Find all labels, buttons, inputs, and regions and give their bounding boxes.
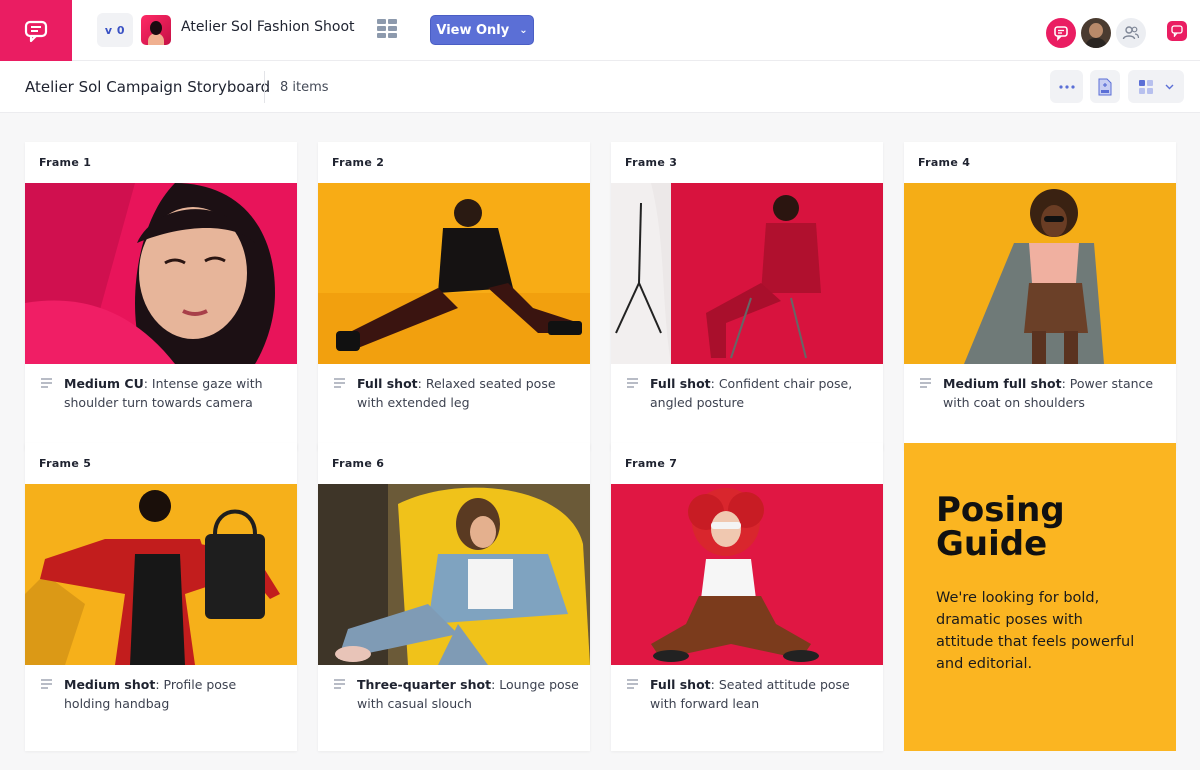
chevron-down-icon [1165,84,1173,89]
comments-avatar[interactable] [1046,18,1076,48]
frame-label: Frame 2 [332,156,385,169]
header-divider [264,71,265,103]
note-icon [920,378,931,388]
frame-image[interactable] [25,183,297,364]
users-icon [1122,26,1140,40]
project-thumbnail [141,15,171,45]
layout-switcher-button[interactable] [1128,70,1184,103]
frame-card[interactable]: Frame 3 Full shot: Confident chair pose,… [611,142,883,450]
shot-type: Full shot [357,376,418,391]
shot-type: Three-quarter shot [357,677,492,692]
frame-label: Frame 6 [332,457,385,470]
comment-icon [1054,26,1068,41]
frame-label: Frame 7 [625,457,678,470]
frame-label: Frame 1 [39,156,92,169]
shot-type: Medium full shot [943,376,1062,391]
export-pdf-button[interactable] [1090,70,1120,103]
chat-icon [1171,25,1183,37]
more-options-button[interactable] [1050,70,1083,103]
frame-image[interactable] [611,183,883,364]
frame-image[interactable] [611,484,883,665]
shot-type: Full shot [650,677,711,692]
frame-card[interactable]: Frame 7 Full shot: Seated attitude pose … [611,443,883,751]
board-title: Atelier Sol Campaign Storyboard [25,78,271,96]
frame-card[interactable]: Frame 1 Medium CU: Intense gaze with sho… [25,142,297,450]
layout-grid-icon [1138,79,1153,94]
frame-description: Full shot: Confident chair pose, angled … [650,374,872,412]
frame-image[interactable] [25,484,297,665]
frame-description: Medium full shot: Power stance with coat… [943,374,1165,412]
frame-image[interactable] [904,183,1176,364]
frame-description: Full shot: Relaxed seated pose with exte… [357,374,579,412]
frame-card[interactable]: Frame 6 Three-quarter shot: Lounge pose … [318,443,590,751]
frame-card[interactable]: Frame 4 Medium full shot: Power stance w… [904,142,1176,450]
frame-image[interactable] [318,183,590,364]
guide-title: Posing Guide [936,493,1144,561]
grid-view-icon[interactable] [377,19,399,39]
project-title[interactable]: Atelier Sol Fashion Shoot [181,19,355,35]
shot-type: Full shot [650,376,711,391]
note-icon [334,378,345,388]
more-dots-icon [1058,84,1075,89]
frame-label: Frame 3 [625,156,678,169]
note-icon [41,378,52,388]
view-only-label: View Only [436,22,510,38]
user-avatar[interactable] [1081,18,1111,48]
chat-button[interactable] [1167,21,1187,41]
frame-image[interactable] [318,484,590,665]
frame-description: Full shot: Seated attitude pose with for… [650,675,872,713]
note-icon [334,679,345,689]
note-icon [41,679,52,689]
guide-title-line2: Guide [936,524,1048,564]
frame-card[interactable]: Frame 2 Full shot: Relaxed seated pose w… [318,142,590,450]
share-users-button[interactable] [1116,18,1146,48]
shot-type: Medium CU [64,376,144,391]
note-icon [627,378,638,388]
guide-body: We're looking for bold, dramatic poses w… [936,590,1135,672]
view-only-dropdown[interactable]: View Only ⌄ [430,15,534,45]
version-badge[interactable]: v 0 [97,13,133,47]
board-header: Atelier Sol Campaign Storyboard 8 items [0,61,1200,113]
posing-guide-card[interactable]: Posing Guide We're looking for bold, dram… [904,443,1176,751]
frame-description: Three-quarter shot: Lounge pose with cas… [357,675,579,713]
note-icon [627,679,638,689]
app-logo[interactable] [0,0,72,61]
frame-card[interactable]: Frame 5 Medium shot: Profile pose holdin… [25,443,297,751]
top-bar: v 0 Atelier Sol Fashion Shoot View Only … [0,0,1200,61]
frame-label: Frame 4 [918,156,971,169]
pdf-file-icon [1098,78,1112,95]
shot-type: Medium shot [64,677,156,692]
items-count: 8 items [280,80,329,95]
chat-logo-icon [24,20,48,42]
frame-label: Frame 5 [39,457,92,470]
chevron-down-icon: ⌄ [519,24,528,36]
frame-description: Medium shot: Profile pose holding handba… [64,675,286,713]
frame-description: Medium CU: Intense gaze with shoulder tu… [64,374,286,412]
